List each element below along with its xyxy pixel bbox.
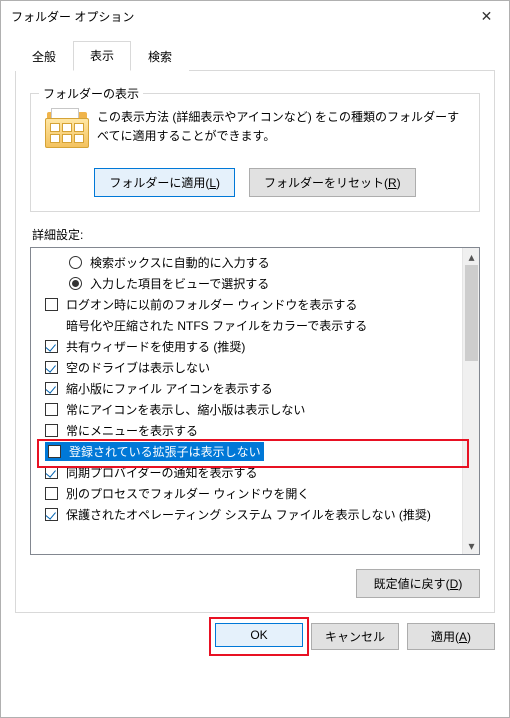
- scroll-down-icon[interactable]: ▾: [463, 537, 480, 554]
- restore-defaults-button[interactable]: 既定値に戻す(D): [356, 569, 480, 598]
- list-item[interactable]: 検索ボックスに自動的に入力する: [33, 252, 460, 273]
- list-item-label: 入力した項目をビューで選択する: [90, 275, 269, 292]
- advanced-label: 詳細設定:: [32, 226, 480, 243]
- close-icon[interactable]: ✕: [464, 1, 509, 31]
- dialog-buttons: OK キャンセル 適用(A): [1, 613, 509, 664]
- folder-display-group: フォルダーの表示 この表示方法 (詳細表示やアイコンなど) をこの種類のフォルダ…: [30, 93, 480, 212]
- apply-button[interactable]: 適用(A): [407, 623, 495, 650]
- scrollbar[interactable]: ▴ ▾: [462, 248, 479, 554]
- group-title: フォルダーの表示: [39, 85, 143, 102]
- list-item[interactable]: 縮小版にファイル アイコンを表示する: [33, 378, 460, 399]
- list-item-label: 常にメニューを表示する: [66, 422, 198, 439]
- list-item-label: 登録されている拡張子は表示しない: [69, 443, 261, 460]
- tab-search[interactable]: 検索: [131, 42, 189, 71]
- checkbox-icon[interactable]: [45, 382, 58, 395]
- list-item[interactable]: 別のプロセスでフォルダー ウィンドウを開く: [33, 483, 460, 504]
- list-item[interactable]: 保護されたオペレーティング システム ファイルを表示しない (推奨): [33, 504, 460, 525]
- list-item-label: 別のプロセスでフォルダー ウィンドウを開く: [66, 485, 309, 502]
- list-item-label: 検索ボックスに自動的に入力する: [90, 254, 270, 271]
- list-item-label: 保護されたオペレーティング システム ファイルを表示しない (推奨): [66, 506, 431, 523]
- tab-general[interactable]: 全般: [15, 42, 73, 71]
- checkbox-icon[interactable]: [45, 361, 58, 374]
- advanced-listbox[interactable]: 検索ボックスに自動的に入力する入力した項目をビューで選択するログオン時に以前のフ…: [30, 247, 480, 555]
- radio-icon[interactable]: [69, 256, 82, 269]
- folder-display-desc: この表示方法 (詳細表示やアイコンなど) をこの種類のフォルダーすべてに適用する…: [97, 108, 467, 146]
- checkbox-icon[interactable]: [45, 424, 58, 437]
- window-title: フォルダー オプション: [11, 8, 464, 25]
- checkbox-icon[interactable]: [45, 403, 58, 416]
- list-item[interactable]: 同期プロバイダーの通知を表示する: [33, 462, 460, 483]
- list-item[interactable]: 登録されている拡張子は表示しない: [45, 441, 460, 462]
- list-item[interactable]: 共有ウィザードを使用する (推奨): [33, 336, 460, 357]
- tab-view[interactable]: 表示: [73, 41, 131, 71]
- list-item-label: ログオン時に以前のフォルダー ウィンドウを表示する: [66, 296, 357, 313]
- list-item-label: 同期プロバイダーの通知を表示する: [66, 464, 258, 481]
- checkbox-icon[interactable]: [45, 466, 58, 479]
- tab-strip: 全般 表示 検索: [15, 41, 495, 71]
- scroll-thumb[interactable]: [465, 265, 478, 361]
- list-item[interactable]: 常にアイコンを表示し、縮小版は表示しない: [33, 399, 460, 420]
- radio-icon[interactable]: [69, 277, 82, 290]
- list-item-label: 縮小版にファイル アイコンを表示する: [66, 380, 273, 397]
- ok-button[interactable]: OK: [215, 623, 303, 647]
- list-item-label: 常にアイコンを表示し、縮小版は表示しない: [66, 401, 305, 418]
- list-item-label: 空のドライブは表示しない: [66, 359, 210, 376]
- checkbox-icon[interactable]: [45, 298, 58, 311]
- scroll-up-icon[interactable]: ▴: [463, 248, 480, 265]
- apply-to-folders-button[interactable]: フォルダーに適用(L): [94, 168, 235, 197]
- cancel-button[interactable]: キャンセル: [311, 623, 399, 650]
- list-item[interactable]: 入力した項目をビューで選択する: [33, 273, 460, 294]
- list-item[interactable]: 常にメニューを表示する: [33, 420, 460, 441]
- titlebar: フォルダー オプション ✕: [1, 1, 509, 31]
- checkbox-icon[interactable]: [45, 340, 58, 353]
- list-item[interactable]: 空のドライブは表示しない: [33, 357, 460, 378]
- tab-panel-view: フォルダーの表示 この表示方法 (詳細表示やアイコンなど) をこの種類のフォルダ…: [15, 70, 495, 613]
- reset-folders-button[interactable]: フォルダーをリセット(R): [249, 168, 416, 197]
- list-item-label: 共有ウィザードを使用する (推奨): [66, 338, 245, 355]
- checkbox-icon[interactable]: [48, 445, 61, 458]
- list-item-label: 暗号化や圧縮された NTFS ファイルをカラーで表示する: [66, 317, 367, 334]
- list-item[interactable]: ログオン時に以前のフォルダー ウィンドウを表示する: [33, 294, 460, 315]
- checkbox-icon[interactable]: [45, 487, 58, 500]
- list-item[interactable]: 暗号化や圧縮された NTFS ファイルをカラーで表示する: [33, 315, 460, 336]
- folder-icon: [43, 108, 91, 152]
- checkbox-icon[interactable]: [45, 508, 58, 521]
